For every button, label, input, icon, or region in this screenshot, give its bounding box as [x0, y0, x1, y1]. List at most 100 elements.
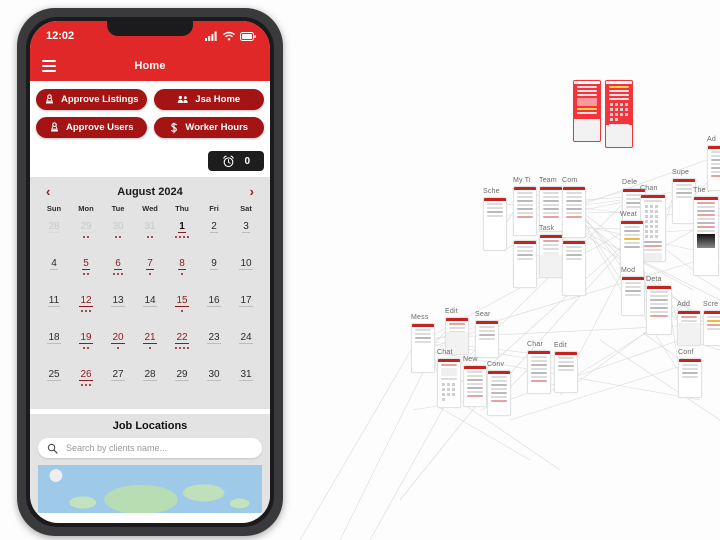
- canvas-node-label[interactable]: Dele: [622, 179, 637, 186]
- jsa-home-button[interactable]: Jsa Home: [153, 89, 264, 110]
- calendar-weekday-wed: Wed: [142, 204, 158, 213]
- calendar-day-cell[interactable]: 10: [230, 253, 262, 290]
- client-search-box[interactable]: [38, 438, 262, 458]
- canvas-node-label[interactable]: Chat: [437, 349, 453, 356]
- canvas-screen-node[interactable]: [475, 320, 499, 358]
- calendar-day-cell[interactable]: 14: [134, 290, 166, 327]
- calendar-day-cell[interactable]: 16: [198, 290, 230, 327]
- map-view[interactable]: [38, 465, 262, 513]
- canvas-screen-node[interactable]: [527, 350, 551, 394]
- approve-listings-button[interactable]: Approve Listings: [36, 89, 147, 110]
- calendar-day-cell[interactable]: 1: [166, 216, 198, 253]
- calendar-day-cell[interactable]: 11: [38, 290, 70, 327]
- canvas-node-label[interactable]: Add: [677, 301, 690, 308]
- canvas-screen-node[interactable]: [693, 196, 719, 276]
- calendar-day-cell[interactable]: 6: [102, 253, 134, 290]
- canvas-node-label[interactable]: Com: [562, 177, 577, 184]
- calendar-day-cell[interactable]: 9: [198, 253, 230, 290]
- approve-users-label: Approve Users: [65, 122, 134, 133]
- canvas-node-label[interactable]: Edit: [554, 342, 567, 349]
- calendar-day-cell[interactable]: 23: [198, 327, 230, 364]
- calendar-day-event-dots: [114, 235, 122, 239]
- search-input[interactable]: [64, 442, 253, 454]
- calendar-day-cell[interactable]: 31: [230, 364, 262, 401]
- calendar-day-cell[interactable]: 30: [102, 216, 134, 253]
- canvas-node-label[interactable]: Mod: [621, 267, 635, 274]
- status-time: 12:02: [46, 30, 75, 42]
- canvas-node-label[interactable]: Mess: [411, 314, 429, 321]
- canvas-screen-node[interactable]: [411, 323, 435, 373]
- canvas-screen-node[interactable]: [539, 234, 563, 278]
- calendar-day-cell[interactable]: 15: [166, 290, 198, 327]
- canvas-screen-node[interactable]: [513, 240, 537, 288]
- calendar-day-cell[interactable]: 25: [38, 364, 70, 401]
- canvas-node-label[interactable]: Chan: [640, 185, 658, 192]
- canvas-node-label[interactable]: Edit: [445, 308, 458, 315]
- calendar-day-cell[interactable]: 27: [102, 364, 134, 401]
- calendar-day-cell[interactable]: 7: [134, 253, 166, 290]
- calendar-day-cell[interactable]: 5: [70, 253, 102, 290]
- calendar-day-cell[interactable]: 4: [38, 253, 70, 290]
- canvas-node-label[interactable]: Weat: [620, 211, 637, 218]
- canvas-screen-node[interactable]: [562, 240, 586, 296]
- canvas-node-label[interactable]: Ad: [707, 136, 716, 143]
- approve-users-button[interactable]: Approve Users: [36, 117, 147, 138]
- quick-actions-row-1: Approve Listings Jsa Home: [36, 89, 264, 110]
- canvas-node-label[interactable]: Team: [539, 177, 557, 184]
- calendar-day-cell[interactable]: 28: [134, 364, 166, 401]
- calendar-day-cell[interactable]: 17: [230, 290, 262, 327]
- canvas-node-label[interactable]: Char: [527, 341, 543, 348]
- canvas-node-label[interactable]: My Ti: [513, 177, 531, 184]
- canvas-node-label[interactable]: Conv: [487, 361, 504, 368]
- canvas-node-label[interactable]: Deta: [646, 276, 662, 283]
- canvas-screen-node[interactable]: [646, 285, 672, 335]
- calendar-next-month-button[interactable]: ›: [248, 185, 256, 198]
- canvas-screen-node[interactable]: [677, 310, 701, 346]
- canvas-screen-node[interactable]: [605, 80, 633, 148]
- canvas-screen-node[interactable]: [678, 358, 702, 398]
- calendar-day-cell[interactable]: 12: [70, 290, 102, 327]
- calendar-day-number: 28: [143, 369, 157, 381]
- canvas-node-label[interactable]: Sche: [483, 188, 500, 195]
- canvas-node-label[interactable]: Scre: [703, 301, 718, 308]
- canvas-screen-node[interactable]: [483, 197, 507, 251]
- canvas-screen-node[interactable]: [573, 80, 601, 142]
- canvas-screen-node[interactable]: [703, 310, 720, 346]
- calendar-day-cell[interactable]: 19: [70, 327, 102, 364]
- calendar-day-number: 7: [146, 258, 154, 270]
- calendar-day-cell[interactable]: 20: [102, 327, 134, 364]
- job-locations-section: Job Locations: [30, 414, 270, 513]
- canvas-node-label[interactable]: Supe: [672, 169, 689, 176]
- canvas-node-label[interactable]: Task: [539, 225, 554, 232]
- canvas-node-label[interactable]: New: [463, 356, 478, 363]
- calendar-day-cell[interactable]: 30: [198, 364, 230, 401]
- canvas-screen-node[interactable]: [554, 351, 578, 393]
- calendar-day-cell[interactable]: 13: [102, 290, 134, 327]
- worker-hours-button[interactable]: Worker Hours: [153, 117, 264, 138]
- calendar-day-cell[interactable]: 28: [38, 216, 70, 253]
- calendar-weekday-fri: Fri: [209, 204, 219, 213]
- calendar-day-cell[interactable]: 24: [230, 327, 262, 364]
- calendar-day-cell[interactable]: 29: [166, 364, 198, 401]
- canvas-screen-node[interactable]: [621, 276, 645, 316]
- calendar-day-cell[interactable]: 3: [230, 216, 262, 253]
- calendar-day-grid[interactable]: 28 29 30 31 1 2 3 4 5 6 7 8 9 10 11 12 13 14 15 16 17 18 19 20 2…: [38, 216, 262, 401]
- canvas-node-label[interactable]: Conf: [678, 349, 694, 356]
- canvas-screen-node[interactable]: [463, 365, 487, 407]
- alarm-chip[interactable]: 0: [208, 151, 264, 171]
- calendar-day-cell[interactable]: 8: [166, 253, 198, 290]
- canvas-node-label[interactable]: Sear: [475, 311, 491, 318]
- canvas-screen-node[interactable]: [513, 186, 537, 236]
- calendar-day-cell[interactable]: 31: [134, 216, 166, 253]
- canvas-screen-node[interactable]: [707, 145, 720, 191]
- calendar-day-cell[interactable]: 22: [166, 327, 198, 364]
- calendar-day-cell[interactable]: 2: [198, 216, 230, 253]
- calendar-day-cell[interactable]: 29: [70, 216, 102, 253]
- canvas-screen-node[interactable]: [437, 358, 461, 408]
- calendar-day-cell[interactable]: 26: [70, 364, 102, 401]
- calendar-day-cell[interactable]: 21: [134, 327, 166, 364]
- canvas-screen-node[interactable]: [487, 370, 511, 416]
- calendar-day-cell[interactable]: 18: [38, 327, 70, 364]
- canvas-screen-node[interactable]: [562, 186, 586, 238]
- calendar-prev-month-button[interactable]: ‹: [44, 185, 52, 198]
